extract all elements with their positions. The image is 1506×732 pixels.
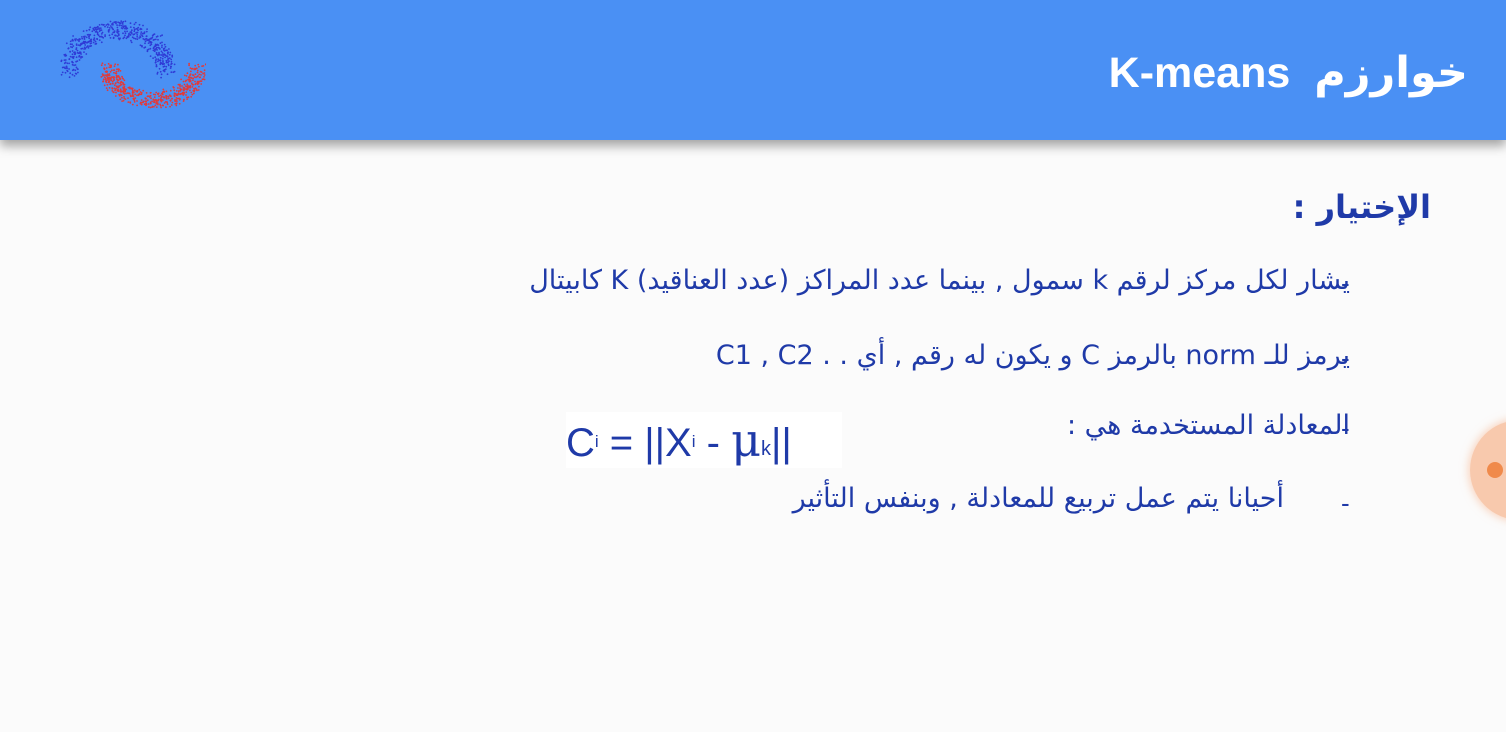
formula-mu-sub: k — [760, 438, 771, 460]
laser-pointer-dot — [1487, 462, 1503, 478]
formula-minus: - — [695, 421, 732, 465]
bullet-dash: - — [1341, 488, 1350, 518]
section-title: الإختيار : — [1292, 188, 1431, 226]
bullet-item-2: يرمز للـ norm بالرمز C و يكون له رقم , أ… — [715, 340, 1350, 371]
formula-x: X — [665, 421, 692, 465]
formula-c-sup: i — [594, 432, 599, 451]
bullet-item-1: يشار لكل مركز لرقم k سمول , بينما عدد ال… — [529, 265, 1350, 296]
slide-content: الإختيار : - يشار لكل مركز لرقم k سمول ,… — [0, 0, 1506, 732]
formula-x-sup: i — [691, 432, 696, 451]
bullet-item-4: أحيانا يتم عمل تربيع للمعادلة , وبنفس ال… — [792, 483, 1284, 514]
distance-formula: Ci = ||Xi - μk|| — [566, 412, 842, 468]
formula-end-bars: || — [770, 421, 792, 465]
formula-mu: μ — [731, 413, 761, 467]
formula-equals: = || — [598, 421, 666, 465]
bullet-item-3: المعادلة المستخدمة هي : — [1066, 410, 1350, 441]
formula-c: C — [566, 421, 595, 465]
